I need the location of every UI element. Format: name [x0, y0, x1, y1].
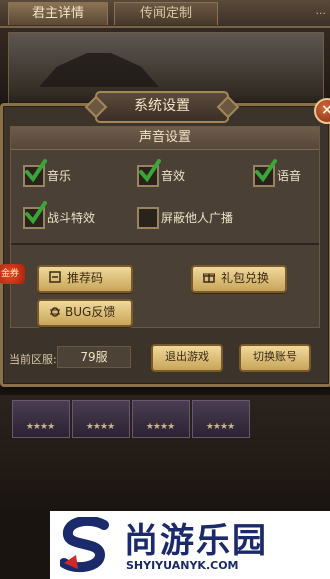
card-icon [49, 271, 61, 283]
system-settings-dialog: 系统设置 × 声音设置 音乐 音效 语音 战斗特效 屏蔽他人广播 推荐码 礼包兑… [0, 91, 330, 387]
gold-coupon-badge: 金券 [0, 264, 25, 284]
close-button[interactable]: × [314, 98, 330, 124]
tab-lord-details[interactable]: 君主详情 [8, 2, 108, 25]
watermark-title: 尚游乐园 [124, 521, 268, 561]
tab-bar: 君主详情 传闻定制 ... [0, 0, 330, 28]
hero-stars: ★★★★ [205, 422, 235, 432]
gift-redeem-label: 礼包兑换 [221, 271, 270, 285]
section-title: 声音设置 [11, 127, 319, 150]
dialog-title: 系统设置 [95, 91, 229, 123]
current-server-value: 79服 [57, 346, 131, 368]
watermark-url: SHYIYUANYK.COM [126, 559, 239, 572]
bug-feedback-button[interactable]: BUG反馈 [37, 299, 133, 327]
tab-rumor-custom[interactable]: 传闻定制 [114, 2, 218, 25]
watermark-logo-icon [60, 517, 109, 573]
watermark: 尚游乐园 SHYIYUANYK.COM [50, 511, 330, 579]
divider [11, 243, 319, 245]
music-label: 音乐 [47, 169, 72, 183]
switch-account-button[interactable]: 切换账号 [239, 344, 311, 372]
roof-silhouette [39, 53, 159, 87]
gift-redeem-button[interactable]: 礼包兑换 [191, 265, 287, 293]
hero-stars: ★★★★ [85, 422, 115, 432]
sound-settings-section: 声音设置 音乐 音效 语音 战斗特效 屏蔽他人广播 推荐码 礼包兑换 BUG反馈 [10, 126, 320, 328]
check-icon [139, 159, 161, 183]
referral-code-button[interactable]: 推荐码 [37, 265, 133, 293]
check-icon [255, 159, 277, 183]
voice-label: 语音 [277, 169, 302, 183]
check-icon [25, 201, 47, 225]
current-server-label: 当前区服: [9, 353, 57, 366]
battle-effects-label: 战斗特效 [47, 211, 96, 225]
block-broadcast-checkbox[interactable] [137, 207, 159, 229]
sfx-label: 音效 [161, 169, 186, 183]
referral-code-label: 推荐码 [67, 271, 104, 285]
bug-icon [50, 307, 60, 317]
top-right-text: ... [315, 4, 327, 17]
check-icon [25, 159, 47, 183]
block-broadcast-label: 屏蔽他人广播 [161, 211, 234, 225]
hero-stars: ★★★★ [145, 422, 175, 432]
exit-game-button[interactable]: 退出游戏 [151, 344, 223, 372]
gift-icon [203, 273, 215, 283]
bug-feedback-label: BUG反馈 [65, 305, 116, 319]
hero-stars: ★★★★ [25, 422, 55, 432]
